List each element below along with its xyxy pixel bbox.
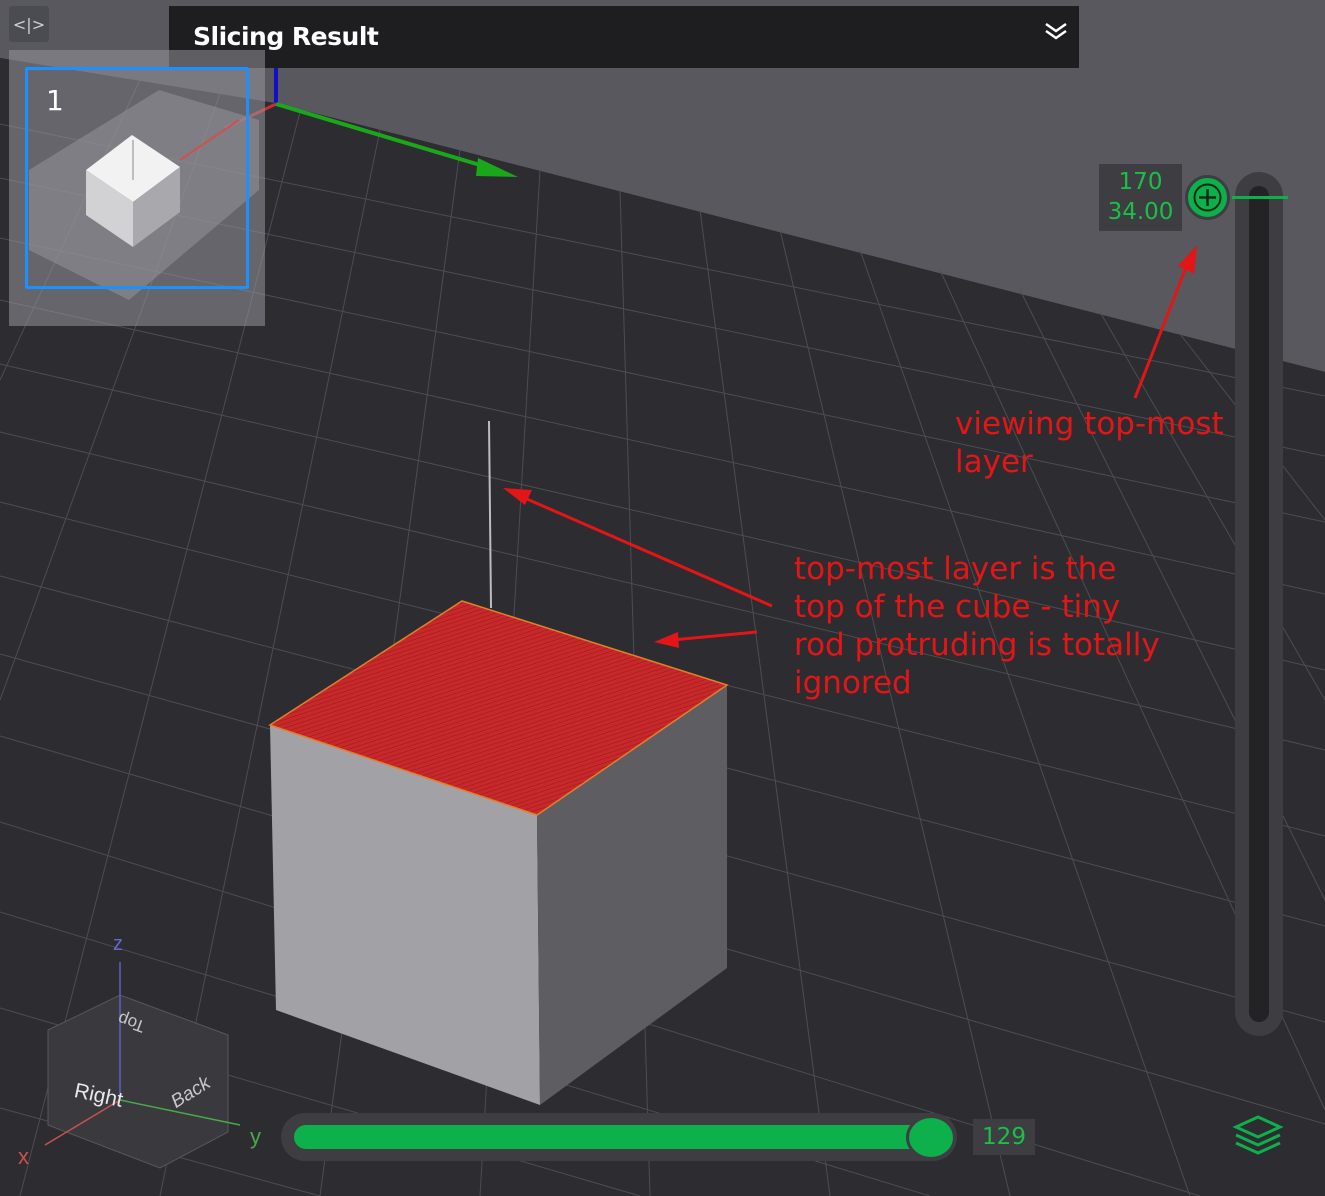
layer-slider-handle[interactable] [1185,175,1230,220]
layer-number: 170 [1118,169,1163,195]
view-cube-axis-x: x [18,1144,29,1169]
layer-slider[interactable] [1235,172,1283,1036]
annotation-line: top-most layer is the [794,551,1117,587]
annotation-top-layer-note: top-most layer is the top of the cube - … [794,550,1160,702]
plus-icon[interactable] [1188,178,1227,217]
annotation-line: layer [955,444,1033,480]
move-slider[interactable] [281,1113,957,1161]
annotation-line: ignored [794,665,912,701]
layer-readout: 170 34.00 [1099,164,1182,231]
layer-slider-marker [1232,196,1288,199]
layer-slider-inner-track [1249,186,1269,1022]
annotation-line: top of the cube - tiny [794,589,1121,625]
slicing-result-panel-header[interactable]: Slicing Result [169,6,1079,68]
annotation-line: rod protruding is totally [794,627,1160,663]
plate-thumbnail[interactable]: 1 [9,50,265,326]
view-cube-axis-z: z [113,933,123,955]
double-chevron-down-icon[interactable] [1041,16,1071,46]
panel-title: Slicing Result [193,22,379,51]
layer-height: 34.00 [1107,199,1174,225]
layers-icon[interactable] [1230,1113,1286,1163]
annotation-viewing-top-layer: viewing top-most layer [955,405,1224,481]
collapse-toolbar-icon[interactable]: <|> [9,6,49,42]
move-readout: 129 [973,1119,1035,1155]
view-cube-axis-y: y [250,1124,261,1149]
move-slider-handle[interactable] [906,1115,956,1160]
move-slider-fill [294,1125,934,1149]
annotation-line: viewing top-most [955,406,1224,442]
plate-number: 1 [46,84,64,117]
